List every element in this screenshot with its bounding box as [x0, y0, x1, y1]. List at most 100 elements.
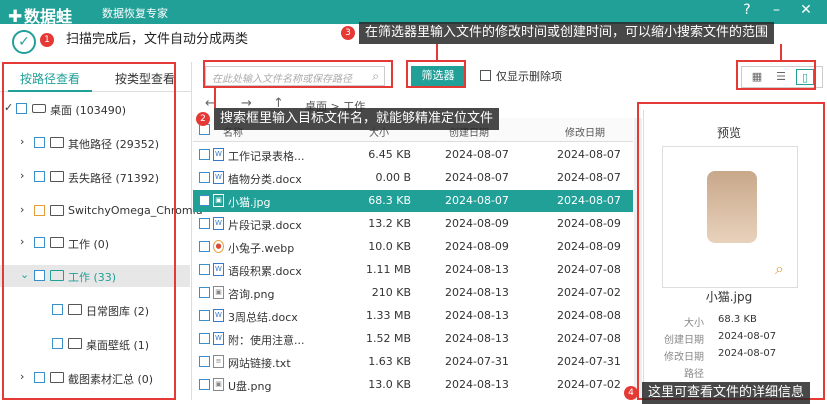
file-created: 2024-08-13 — [445, 332, 509, 345]
file-created: 2024-08-13 — [445, 378, 509, 391]
annotation-box-search — [203, 60, 393, 88]
image-file-icon: ▣ — [213, 194, 224, 207]
table-row[interactable]: W 工作记录表格... 6.45 KB 2024-08-07 2024-08-0… — [193, 144, 633, 166]
table-row[interactable]: ▣ 小猫.jpg 68.3 KB 2024-08-07 2024-08-07 — [193, 190, 633, 212]
file-name: 语段积累.docx — [228, 265, 302, 278]
table-row[interactable]: W 语段积累.docx 1.11 MB 2024-08-13 2024-07-0… — [193, 259, 633, 281]
file-size: 1.63 KB — [368, 355, 411, 368]
callout-preview: 这里可查看文件的详细信息 — [642, 382, 811, 404]
row-checkbox[interactable] — [199, 333, 210, 344]
row-checkbox[interactable] — [199, 310, 210, 321]
file-modified: 2024-07-08 — [557, 332, 621, 345]
annotation-badge: 1 — [40, 33, 54, 47]
file-modified: 2024-07-08 — [557, 263, 621, 276]
image-file-icon: ▣ — [213, 378, 224, 391]
file-size: 1.11 MB — [365, 263, 411, 276]
row-checkbox[interactable] — [199, 149, 210, 160]
show-deleted-label: 仅显示删除项 — [496, 70, 562, 83]
row-checkbox[interactable] — [199, 195, 210, 206]
file-size: 210 KB — [371, 286, 411, 299]
close-icon[interactable]: ✕ — [793, 2, 819, 18]
annotation-box-views — [736, 60, 816, 90]
file-modified: 2024-08-09 — [557, 240, 621, 253]
table-row[interactable]: ≡ 网站链接.txt 1.63 KB 2024-07-31 2024-07-31 — [193, 351, 633, 373]
row-checkbox[interactable] — [199, 379, 210, 390]
annotation-box-left — [2, 62, 176, 400]
document-icon: W — [213, 309, 224, 322]
callout-pointer — [214, 88, 216, 108]
row-checkbox[interactable] — [199, 241, 210, 252]
row-checkbox[interactable] — [199, 264, 210, 275]
title-bar: ✚ 数据蛙 数据恢复专家 ? – ✕ — [0, 0, 827, 27]
file-modified: 2024-07-31 — [557, 355, 621, 368]
file-size: 68.3 KB — [368, 194, 411, 207]
row-checkbox[interactable] — [199, 287, 210, 298]
file-size: 10.0 KB — [368, 240, 411, 253]
file-created: 2024-08-07 — [445, 171, 509, 184]
checkmark-icon: ✓ — [12, 30, 36, 54]
annotation-badge: 2 — [196, 112, 210, 126]
file-name: 咨询.png — [228, 288, 275, 301]
annotation-badge: 3 — [341, 26, 355, 40]
document-icon: W — [213, 217, 224, 230]
file-created: 2024-08-13 — [445, 263, 509, 276]
file-modified: 2024-08-07 — [557, 194, 621, 207]
row-checkbox[interactable] — [199, 356, 210, 367]
annotation-box-preview — [637, 102, 825, 400]
file-name: 片段记录.docx — [228, 219, 302, 232]
file-modified: 2024-07-02 — [557, 286, 621, 299]
file-name: 小兔子.webp — [228, 242, 295, 255]
file-modified: 2024-08-07 — [557, 148, 621, 161]
file-created: 2024-08-09 — [445, 217, 509, 230]
file-created: 2024-08-13 — [445, 309, 509, 322]
file-created: 2024-08-13 — [445, 286, 509, 299]
file-name: 小猫.jpg — [228, 196, 271, 209]
help-icon[interactable]: ? — [734, 2, 760, 18]
document-icon: W — [213, 171, 224, 184]
document-icon: W — [213, 263, 224, 276]
callout-pointer — [780, 44, 782, 60]
callout-pointer — [436, 44, 438, 60]
document-icon: W — [213, 332, 224, 345]
file-name: 网站链接.txt — [228, 357, 291, 370]
file-name: U盘.png — [228, 380, 272, 393]
file-name: 工作记录表格... — [228, 150, 305, 163]
table-row[interactable]: W 植物分类.docx 0.00 B 2024-08-07 2024-08-07 — [193, 167, 633, 189]
callout-scan: 扫描完成后，文件自动分成两类 — [60, 29, 255, 51]
file-modified: 2024-08-07 — [557, 171, 621, 184]
file-size: 13.2 KB — [368, 217, 411, 230]
text-file-icon: ≡ — [213, 355, 224, 368]
file-size: 1.52 MB — [365, 332, 411, 345]
callout-search: 搜索框里输入目标文件名，就能够精准定位文件 — [214, 108, 500, 130]
file-name: 3周总结.docx — [228, 311, 298, 324]
file-created: 2024-08-07 — [445, 194, 509, 207]
file-created: 2024-08-09 — [445, 240, 509, 253]
file-created: 2024-08-07 — [445, 148, 509, 161]
webp-file-icon: ● — [213, 240, 224, 253]
window-controls: ? – ✕ — [734, 2, 819, 18]
file-created: 2024-07-31 — [445, 355, 509, 368]
file-modified: 2024-07-02 — [557, 378, 621, 391]
image-file-icon: ▣ — [213, 286, 224, 299]
document-icon: W — [213, 148, 224, 161]
file-size: 13.0 KB — [368, 378, 411, 391]
column-modified[interactable]: 修改日期 — [565, 124, 605, 139]
show-deleted-checkbox[interactable] — [480, 70, 491, 81]
table-row[interactable]: W 片段记录.docx 13.2 KB 2024-08-09 2024-08-0… — [193, 213, 633, 235]
row-checkbox[interactable] — [199, 172, 210, 183]
file-name: 植物分类.docx — [228, 173, 302, 186]
file-size: 1.33 MB — [365, 309, 411, 322]
table-row[interactable]: W 附：使用注意... 1.52 MB 2024-08-13 2024-07-0… — [193, 328, 633, 350]
row-checkbox[interactable] — [199, 218, 210, 229]
table-row[interactable]: W 3周总结.docx 1.33 MB 2024-08-13 2024-08-0… — [193, 305, 633, 327]
callout-filter: 在筛选器里输入文件的修改时间或创建时间，可以缩小搜索文件的范围 — [359, 22, 775, 44]
file-name: 附：使用注意... — [228, 334, 305, 347]
table-row[interactable]: ▣ 咨询.png 210 KB 2024-08-13 2024-07-02 — [193, 282, 633, 304]
file-modified: 2024-08-09 — [557, 217, 621, 230]
table-row[interactable]: ● 小兔子.webp 10.0 KB 2024-08-09 2024-08-09 — [193, 236, 633, 258]
table-row[interactable]: ▣ U盘.png 13.0 KB 2024-08-13 2024-07-02 — [193, 374, 633, 396]
file-size: 0.00 B — [375, 171, 411, 184]
minimize-icon[interactable]: – — [764, 2, 790, 18]
file-modified: 2024-08-08 — [557, 309, 621, 322]
annotation-badge: 4 — [624, 386, 638, 400]
